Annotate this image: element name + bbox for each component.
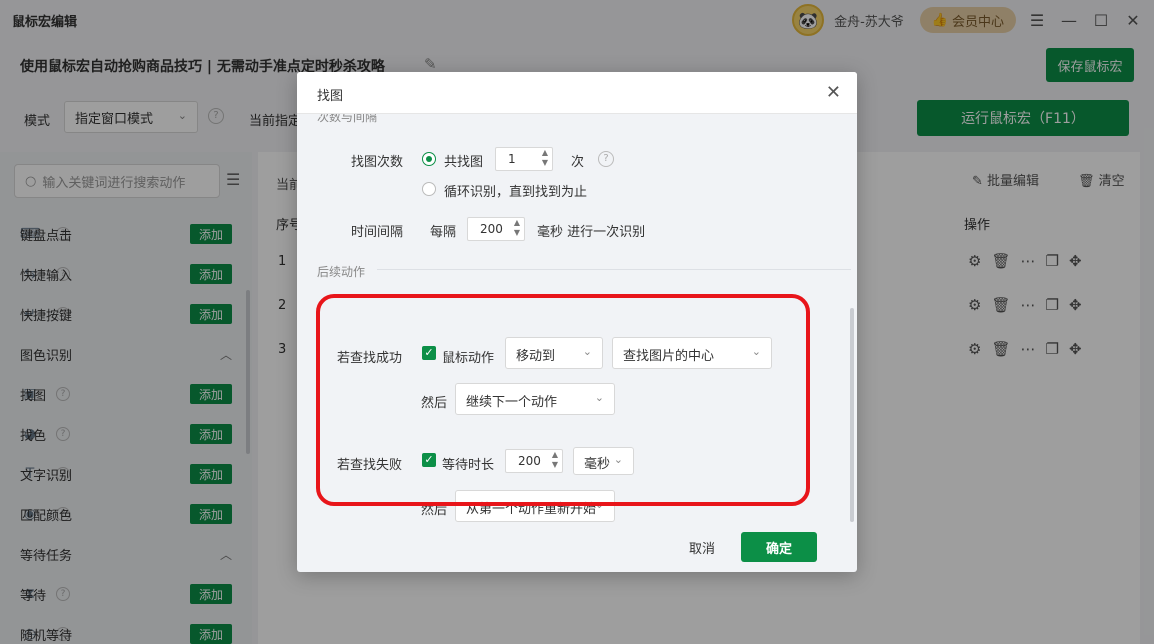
dialog-header: 找图 ✕ — [297, 72, 857, 114]
find-count-stepper[interactable]: 1 ▲ ▼ — [495, 147, 553, 171]
radio-total-count[interactable] — [422, 152, 436, 166]
section-divider — [377, 269, 851, 270]
close-icon[interactable]: ✕ — [826, 82, 841, 103]
times-unit: 次 — [571, 155, 585, 170]
section-title-followup: 后续动作 — [317, 265, 366, 279]
cancel-button[interactable]: 取消 — [689, 538, 715, 557]
interval-every: 每隔 — [430, 225, 457, 240]
dialog-scrollbar[interactable] — [850, 308, 854, 522]
interval-value: 200 — [480, 222, 503, 236]
interval-stepper[interactable]: 200 ▲ ▼ — [467, 217, 525, 241]
find-count-value: 1 — [508, 152, 516, 166]
find-total-label: 共找图 — [444, 155, 484, 170]
highlight-frame — [316, 294, 810, 506]
find-image-dialog: 找图 ✕ 次数与间隔 找图次数 共找图 1 ▲ ▼ 次 ? 循环识别，直到找到为止… — [297, 72, 857, 572]
radio-loop-until-found[interactable] — [422, 182, 436, 196]
section-title-count-interval: 次数与间隔 — [317, 114, 378, 124]
stepper-arrows-icon[interactable]: ▲ ▼ — [540, 148, 550, 170]
interval-label: 时间间隔 — [351, 225, 404, 240]
dialog-title: 找图 — [317, 89, 344, 104]
interval-suffix: 毫秒 进行一次识别 — [537, 225, 646, 240]
stepper-arrows-icon[interactable]: ▲ ▼ — [512, 218, 522, 240]
find-count-label: 找图次数 — [351, 155, 404, 170]
loop-label: 循环识别，直到找到为止 — [444, 185, 588, 200]
confirm-button[interactable]: 确定 — [741, 532, 817, 562]
help-icon[interactable]: ? — [598, 151, 614, 167]
